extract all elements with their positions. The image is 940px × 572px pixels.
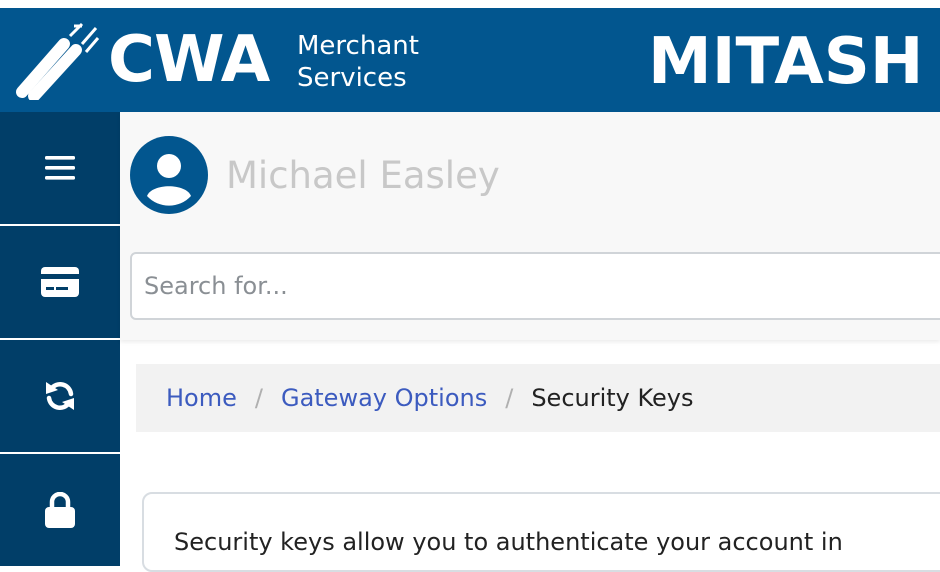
user-name: Michael Easley: [226, 154, 500, 197]
credit-card-icon: [41, 267, 79, 297]
top-strip: [0, 0, 940, 8]
logo-subtitle: Merchant Services: [297, 30, 419, 94]
main-content: Michael Easley Home / Gateway Options / …: [120, 112, 940, 572]
logo-mark-icon: [16, 22, 100, 100]
info-card: Security keys allow you to authenticate …: [142, 492, 940, 572]
logo-text: CWA: [108, 23, 270, 97]
breadcrumb-gateway-options-link[interactable]: Gateway Options: [281, 384, 487, 412]
breadcrumb-current: Security Keys: [531, 384, 694, 412]
logo-subtitle-line2: Services: [297, 63, 407, 93]
breadcrumb-separator: /: [505, 384, 514, 412]
info-card-text: Security keys allow you to authenticate …: [174, 528, 843, 556]
breadcrumb-separator: /: [254, 384, 263, 412]
user-bar: Michael Easley: [120, 112, 940, 340]
breadcrumb-home-link[interactable]: Home: [166, 384, 237, 412]
lock-icon: [45, 492, 75, 528]
menu-icon: [45, 156, 75, 180]
app-header: CWA Merchant Services MITASH: [0, 8, 940, 112]
brand-name: MITASH: [648, 25, 924, 99]
sidebar-item-recurring[interactable]: [0, 340, 120, 452]
breadcrumb: Home / Gateway Options / Security Keys: [136, 364, 940, 432]
sidebar-menu-button[interactable]: [0, 112, 120, 224]
user-circle-icon[interactable]: [130, 136, 208, 214]
sidebar: [0, 112, 120, 566]
sidebar-item-security[interactable]: [0, 454, 120, 566]
refresh-icon: [46, 381, 74, 411]
search-input[interactable]: [130, 252, 940, 320]
sidebar-item-payments[interactable]: [0, 226, 120, 338]
logo-subtitle-line1: Merchant: [297, 31, 419, 61]
